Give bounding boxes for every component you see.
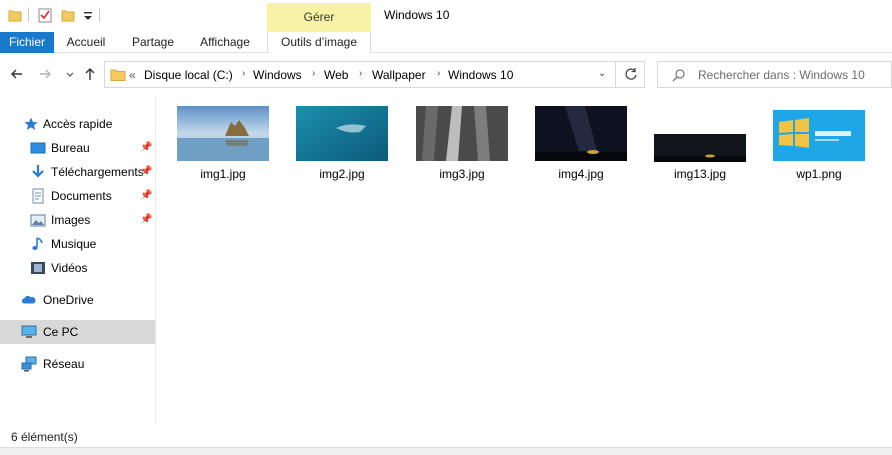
sidebar-item-videos[interactable]: Vidéos: [0, 256, 155, 280]
file-explorer-window: Gérer Windows 10 Fichier Accueil Partage…: [0, 0, 892, 455]
title-bar: Gérer Windows 10: [0, 0, 892, 32]
sidebar-item-label: Documents: [51, 189, 112, 203]
folder-icon[interactable]: [8, 7, 22, 23]
sidebar-item-telechargements[interactable]: Téléchargements 📌: [0, 160, 155, 184]
chevron-right-icon[interactable]: ›: [359, 68, 362, 79]
breadcrumb-item[interactable]: Wallpaper: [372, 68, 426, 82]
image-thumbnail: [654, 134, 746, 162]
network-icon: [21, 356, 37, 372]
file-name: img13.jpg: [673, 167, 727, 181]
sidebar-item-label: Images: [51, 213, 91, 227]
toolbar-separator: [28, 8, 29, 22]
tab-accueil[interactable]: Accueil: [60, 32, 112, 53]
star-icon: [24, 117, 38, 130]
pin-icon[interactable]: 📌: [140, 190, 152, 202]
image-thumbnail: [177, 106, 269, 161]
address-bar[interactable]: « Disque local (C:) › Windows › Web › Wa…: [104, 61, 645, 88]
properties-icon[interactable]: [38, 7, 52, 23]
breadcrumb-item[interactable]: Windows 10: [448, 68, 513, 82]
sidebar-item-label: Musique: [51, 237, 97, 251]
documents-icon: [32, 188, 44, 204]
sidebar-item-documents[interactable]: Documents 📌: [0, 184, 155, 208]
sidebar-item-reseau[interactable]: Réseau: [0, 352, 155, 376]
chevron-down-icon[interactable]: ⌄: [598, 68, 606, 79]
ribbon-tabs: Fichier Accueil Partage Affichage Outils…: [0, 32, 892, 53]
image-thumbnail: [773, 110, 865, 161]
file-name: img3.jpg: [439, 167, 485, 181]
sidebar-item-bureau[interactable]: Bureau 📌: [0, 136, 155, 160]
image-thumbnail: [296, 106, 388, 161]
file-item[interactable]: img3.jpg: [412, 104, 512, 184]
recent-locations-chevron-icon[interactable]: [62, 66, 78, 82]
chevron-right-icon[interactable]: ›: [242, 68, 245, 79]
manage-contextual-tab: Gérer: [267, 3, 371, 32]
sidebar-item-label: Téléchargements: [51, 165, 144, 179]
window-title: Windows 10: [384, 8, 450, 22]
status-item-count: 6 élément(s): [11, 430, 78, 444]
bottom-edge: [0, 447, 892, 455]
file-item[interactable]: img4.jpg: [531, 104, 631, 184]
search-input[interactable]: Rechercher dans : Windows 10: [657, 61, 892, 88]
search-icon: [672, 69, 685, 82]
image-thumbnail: [416, 106, 508, 161]
tab-outils-image[interactable]: Outils d’image: [267, 32, 371, 53]
image-thumbnail: [535, 106, 627, 161]
sidebar-item-images[interactable]: Images 📌: [0, 208, 155, 232]
breadcrumb-item[interactable]: Web: [324, 68, 348, 82]
sidebar-item-label: Accès rapide: [43, 117, 113, 131]
pin-icon[interactable]: 📌: [140, 166, 152, 178]
sidebar-item-label: OneDrive: [43, 293, 94, 307]
back-arrow-icon[interactable]: [9, 66, 25, 82]
file-name: img1.jpg: [200, 167, 246, 181]
tab-affichage[interactable]: Affichage: [194, 32, 256, 53]
file-name: img2.jpg: [319, 167, 365, 181]
videos-icon: [31, 262, 45, 274]
chevron-right-icon[interactable]: ›: [312, 68, 315, 79]
cloud-icon: [21, 295, 36, 304]
new-folder-icon[interactable]: [61, 7, 75, 23]
file-item[interactable]: wp1.png: [769, 104, 869, 184]
file-name: img4.jpg: [558, 167, 604, 181]
pin-icon[interactable]: 📌: [140, 214, 152, 226]
pictures-icon: [30, 214, 46, 227]
pane-divider[interactable]: [155, 96, 156, 424]
chevron-right-icon[interactable]: ›: [437, 68, 440, 79]
sidebar-item-onedrive[interactable]: OneDrive: [0, 288, 155, 312]
refresh-icon[interactable]: [615, 61, 645, 88]
file-item[interactable]: img13.jpg: [650, 104, 750, 184]
file-item[interactable]: img2.jpg: [292, 104, 392, 184]
address-overflow[interactable]: «: [129, 68, 136, 82]
desktop-folder-icon: [30, 142, 46, 154]
up-arrow-icon[interactable]: [82, 66, 98, 82]
download-icon: [32, 165, 44, 178]
tab-fichier[interactable]: Fichier: [0, 32, 54, 53]
file-name: wp1.png: [796, 167, 842, 181]
folder-icon: [110, 69, 126, 81]
computer-icon: [21, 325, 37, 338]
sidebar-item-acces-rapide[interactable]: Accès rapide: [0, 112, 155, 136]
search-placeholder: Rechercher dans : Windows 10: [698, 68, 865, 82]
breadcrumb-item[interactable]: Disque local (C:): [144, 68, 233, 82]
music-icon: [32, 237, 43, 250]
sidebar-item-musique[interactable]: Musique: [0, 232, 155, 256]
sidebar-item-label: Vidéos: [51, 261, 88, 275]
sidebar-item-ce-pc[interactable]: Ce PC: [0, 320, 155, 344]
sidebar-item-label: Bureau: [51, 141, 90, 155]
sidebar-item-label: Réseau: [43, 357, 85, 371]
sidebar-item-label: Ce PC: [43, 325, 79, 339]
pin-icon[interactable]: 📌: [140, 142, 152, 154]
tab-partage[interactable]: Partage: [127, 32, 179, 53]
customize-quick-access-icon[interactable]: [82, 7, 96, 23]
file-item[interactable]: img1.jpg: [173, 104, 273, 184]
forward-arrow-icon[interactable]: [37, 66, 53, 82]
breadcrumb-item[interactable]: Windows: [253, 68, 302, 82]
toolbar-separator: [99, 8, 100, 22]
